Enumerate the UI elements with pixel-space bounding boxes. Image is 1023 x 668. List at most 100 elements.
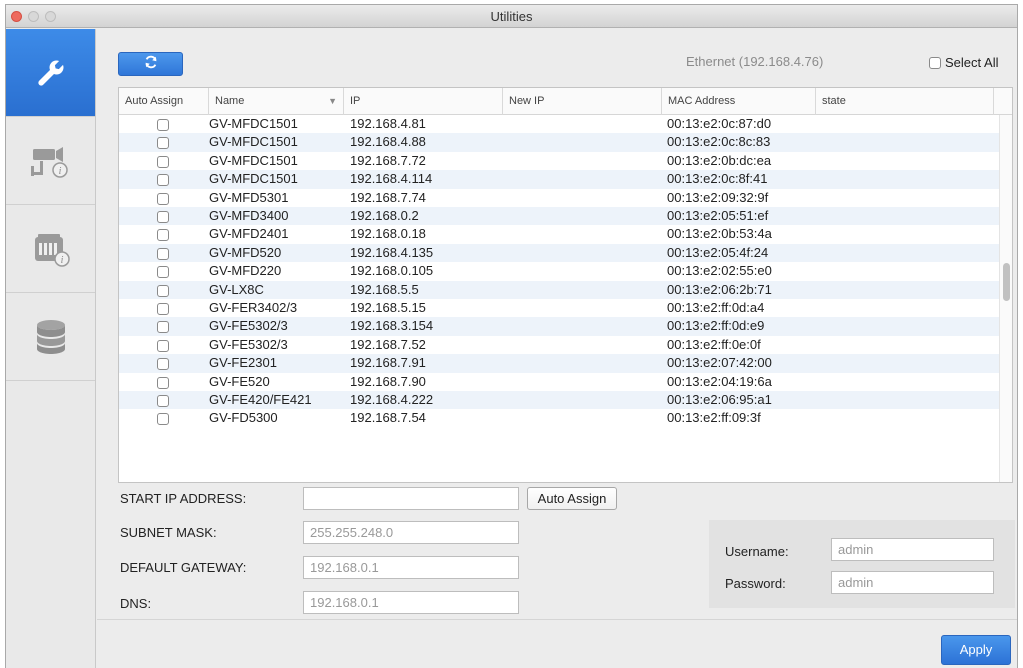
device-name-cell: GV-FE5302/3 — [209, 336, 288, 352]
checkbox-box[interactable] — [157, 284, 169, 297]
mac-address-cell: 00:13:e2:09:32:9f — [667, 189, 769, 205]
start-ip-input[interactable] — [303, 487, 519, 510]
column-header-auto-assign[interactable]: Auto Assign — [119, 88, 209, 115]
wrench-icon — [34, 56, 68, 90]
sort-desc-icon: ▼ — [328, 96, 337, 106]
table-row[interactable]: GV-MFD5301 192.168.7.74 00:13:e2:09:32:9f — [119, 189, 999, 207]
checkbox-box[interactable] — [157, 321, 169, 334]
table-row[interactable]: GV-MFDC1501 192.168.7.72 00:13:e2:0b:dc:ea — [119, 152, 999, 170]
device-ip-cell: 192.168.7.72 — [350, 152, 426, 168]
sidebar-item-database[interactable] — [6, 293, 95, 381]
auto-assign-button[interactable]: Auto Assign — [527, 487, 617, 510]
device-ip-cell: 192.168.7.52 — [350, 336, 426, 352]
column-header-name[interactable]: Name ▼ — [209, 88, 344, 115]
device-ip-cell: 192.168.7.90 — [350, 373, 426, 389]
checkbox-box[interactable] — [157, 247, 169, 260]
device-ip-cell: 192.168.3.154 — [350, 318, 434, 334]
table-row[interactable]: GV-MFDC1501 192.168.4.81 00:13:e2:0c:87:d0 — [119, 115, 999, 133]
table-row[interactable]: GV-FD5300 192.168.7.54 00:13:e2:ff:09:3f — [119, 409, 999, 427]
table-row[interactable]: GV-FE520 192.168.7.90 00:13:e2:04:19:6a — [119, 373, 999, 391]
device-name-cell: GV-MFD220 — [209, 263, 282, 279]
device-name-cell: GV-FE520 — [209, 373, 270, 389]
table-row[interactable]: GV-MFD3400 192.168.0.2 00:13:e2:05:51:ef — [119, 207, 999, 226]
device-ip-cell: 192.168.4.222 — [350, 392, 434, 407]
select-all-label: Select All — [945, 55, 999, 70]
ethernet-interface-label: Ethernet (192.168.4.76) — [686, 54, 824, 69]
device-name-cell: GV-MFD5301 — [209, 189, 289, 205]
refresh-button[interactable] — [118, 52, 183, 76]
mac-address-cell: 00:13:e2:05:4f:24 — [667, 244, 769, 260]
scrollbar-thumb[interactable] — [1003, 263, 1010, 301]
checkbox-box[interactable] — [157, 339, 169, 352]
checkbox-box[interactable] — [157, 395, 169, 407]
table-row[interactable]: GV-MFDC1501 192.168.4.114 00:13:e2:0c:8f:4… — [119, 170, 999, 189]
dns-input[interactable]: 192.168.0.1 — [303, 591, 519, 614]
checkbox-box[interactable] — [157, 376, 169, 389]
password-input[interactable]: admin — [831, 571, 994, 594]
sidebar-item-camera-info[interactable]: i — [6, 117, 95, 205]
checkbox-box[interactable] — [157, 413, 169, 426]
sidebar-item-device-info[interactable]: i — [6, 205, 95, 293]
table-row[interactable]: GV-MFDC1501 192.168.4.88 00:13:e2:0c:8c:83 — [119, 133, 999, 152]
mac-address-cell: 00:13:e2:06:2b:71 — [667, 281, 772, 297]
checkbox-box[interactable] — [157, 137, 169, 150]
checkbox-box[interactable] — [157, 358, 169, 371]
subnet-mask-label: SUBNET MASK: — [120, 525, 217, 540]
mac-address-cell: 00:13:e2:02:55:e0 — [667, 263, 772, 279]
table-row[interactable]: GV-MFD520 192.168.4.135 00:13:e2:05:4f:24 — [119, 243, 999, 263]
table-row[interactable]: GV-MFD2401 192.168.0.18 00:13:e2:0b:53:4a — [119, 225, 999, 243]
sidebar-item-tools[interactable] — [6, 29, 95, 117]
column-header-name-label: Name — [215, 95, 245, 107]
checkbox-box[interactable] — [157, 119, 169, 131]
column-header-state[interactable]: state — [816, 88, 994, 115]
checkbox-box[interactable] — [157, 229, 169, 242]
checkbox-box[interactable] — [157, 303, 169, 315]
column-header-new-ip[interactable]: New IP — [503, 88, 662, 115]
svg-text:i: i — [58, 166, 61, 177]
camera-info-icon: i — [29, 141, 73, 181]
device-name-cell: GV-MFD3400 — [209, 208, 289, 223]
device-ip-cell: 192.168.7.91 — [350, 355, 426, 371]
mac-address-cell: 00:13:e2:06:95:a1 — [667, 392, 772, 407]
device-ip-cell: 192.168.4.88 — [350, 134, 426, 150]
auto-assign-checkbox[interactable] — [157, 412, 169, 430]
default-gateway-input[interactable]: 192.168.0.1 — [303, 556, 519, 579]
checkbox-box[interactable] — [157, 211, 169, 223]
mac-address-cell: 00:13:e2:ff:0d:e9 — [667, 318, 765, 334]
select-all-checkbox[interactable]: Select All — [929, 55, 998, 70]
device-name-cell: GV-MFDC1501 — [209, 171, 298, 187]
username-input[interactable]: admin — [831, 538, 994, 561]
subnet-mask-input[interactable]: 255.255.248.0 — [303, 521, 519, 544]
password-label: Password: — [725, 576, 786, 591]
device-name-cell: GV-FD5300 — [209, 410, 278, 426]
refresh-icon — [144, 55, 158, 74]
select-all-box[interactable] — [929, 56, 941, 69]
checkbox-box[interactable] — [157, 192, 169, 205]
table-scrollbar[interactable] — [999, 115, 1012, 482]
mac-address-cell: 00:13:e2:04:19:6a — [667, 373, 772, 389]
table-row[interactable]: GV-FE5302/3 192.168.7.52 00:13:e2:ff:0e:0f — [119, 336, 999, 354]
checkbox-box[interactable] — [157, 155, 169, 168]
table-row[interactable]: GV-FE5302/3 192.168.3.154 00:13:e2:ff:0d:e… — [119, 317, 999, 336]
table-body: GV-MFDC1501 192.168.4.81 00:13:e2:0c:87:d0… — [119, 115, 999, 482]
column-header-mac-address[interactable]: MAC Address — [662, 88, 816, 115]
device-ip-cell: 192.168.4.114 — [350, 171, 433, 187]
checkbox-box[interactable] — [157, 174, 169, 187]
table-header: Auto Assign Name ▼ IP New IP MAC Address … — [119, 88, 1012, 115]
start-ip-label: START IP ADDRESS: — [120, 491, 247, 506]
mac-address-cell: 00:13:e2:0c:8f:41 — [667, 171, 768, 187]
table-row[interactable]: GV-FE2301 192.168.7.91 00:13:e2:07:42:00 — [119, 354, 999, 373]
table-row[interactable]: GV-FER3402/3 192.168.5.15 00:13:e2:ff:0d:a… — [119, 299, 999, 317]
column-header-ip[interactable]: IP — [344, 88, 503, 115]
mac-address-cell: 00:13:e2:ff:0e:0f — [667, 336, 761, 352]
checkbox-box[interactable] — [157, 266, 169, 279]
device-ip-cell: 192.168.4.135 — [350, 244, 434, 260]
apply-button[interactable]: Apply — [941, 635, 1011, 665]
database-icon — [31, 317, 71, 357]
device-info-icon: i — [29, 229, 73, 269]
table-row[interactable]: GV-LX8C 192.168.5.5 00:13:e2:06:2b:71 — [119, 280, 999, 299]
device-name-cell: GV-MFDC1501 — [209, 116, 298, 131]
mac-address-cell: 00:13:e2:0b:dc:ea — [667, 152, 772, 168]
table-row[interactable]: GV-FE420/FE421 192.168.4.222 00:13:e2:06:9… — [119, 391, 999, 410]
table-row[interactable]: GV-MFD220 192.168.0.105 00:13:e2:02:55:e0 — [119, 262, 999, 280]
